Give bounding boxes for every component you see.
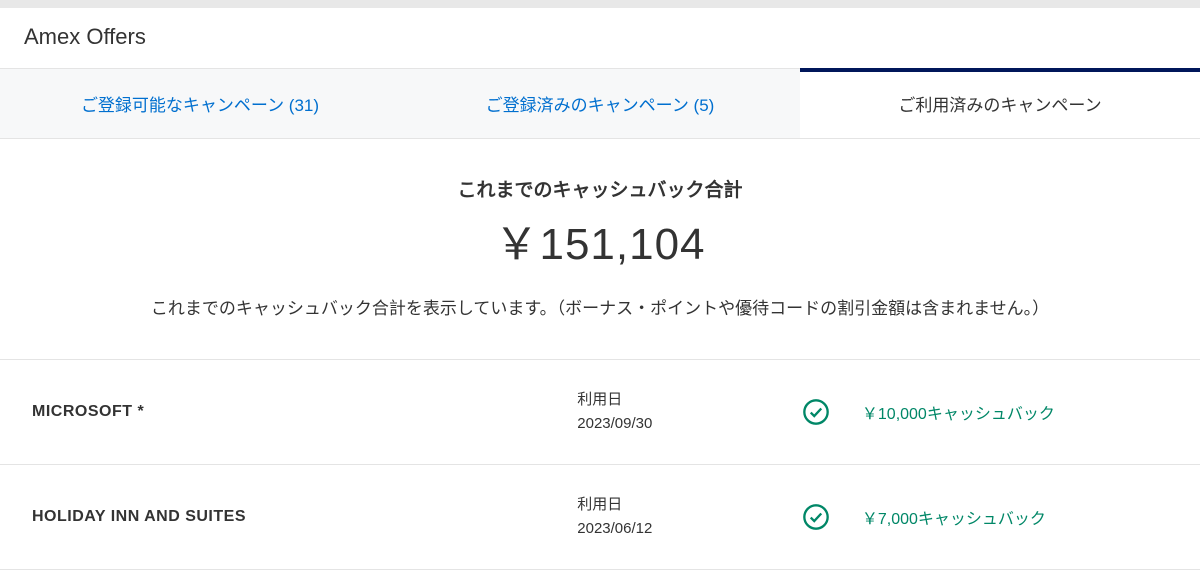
merchant-name: MICROSOFT * — [32, 403, 577, 421]
check-circle-icon — [802, 503, 830, 531]
tab-used-label: ご利用済みのキャンペーン — [898, 96, 1101, 115]
use-date-value: 2023/06/12 — [577, 517, 781, 541]
check-circle-icon — [802, 398, 830, 426]
use-date-label: 利用日 — [577, 388, 781, 412]
summary-note: これまでのキャッシュバック合計を表示しています。（ボーナス・ポイントや優待コード… — [20, 294, 1180, 319]
use-date: 利用日 2023/09/30 — [577, 388, 781, 436]
offer-row: HOLIDAY INN AND SUITES 利用日 2023/06/12 ￥7… — [0, 465, 1200, 570]
cashback-summary: これまでのキャッシュバック合計 ￥151,104 これまでのキャッシュバック合計… — [0, 139, 1200, 360]
page-title: Amex Offers — [24, 24, 1176, 50]
page-header: Amex Offers — [0, 8, 1200, 68]
summary-label: これまでのキャッシュバック合計 — [20, 175, 1180, 202]
summary-amount: ￥151,104 — [20, 208, 1180, 272]
tab-used[interactable]: ご利用済みのキャンペーン — [800, 69, 1200, 138]
offer-row: MICROSOFT * 利用日 2023/09/30 ￥10,000キャッシュバ… — [0, 360, 1200, 465]
tabs: ご登録可能なキャンペーン (31) ご登録済みのキャンペーン (5) ご利用済み… — [0, 68, 1200, 139]
tab-available-label: ご登録可能なキャンペーン (31) — [81, 96, 319, 115]
merchant-name: HOLIDAY INN AND SUITES — [32, 508, 577, 526]
reward-text: ￥7,000キャッシュバック — [850, 505, 1168, 529]
use-date-label: 利用日 — [577, 493, 781, 517]
reward-text: ￥10,000キャッシュバック — [850, 400, 1168, 424]
use-date-value: 2023/09/30 — [577, 412, 781, 436]
tab-registered[interactable]: ご登録済みのキャンペーン (5) — [400, 69, 800, 138]
tab-available[interactable]: ご登録可能なキャンペーン (31) — [0, 69, 400, 138]
use-date: 利用日 2023/06/12 — [577, 493, 781, 541]
tab-registered-label: ご登録済みのキャンペーン (5) — [486, 96, 715, 115]
status-cell — [782, 398, 850, 426]
top-strip — [0, 0, 1200, 8]
status-cell — [782, 503, 850, 531]
